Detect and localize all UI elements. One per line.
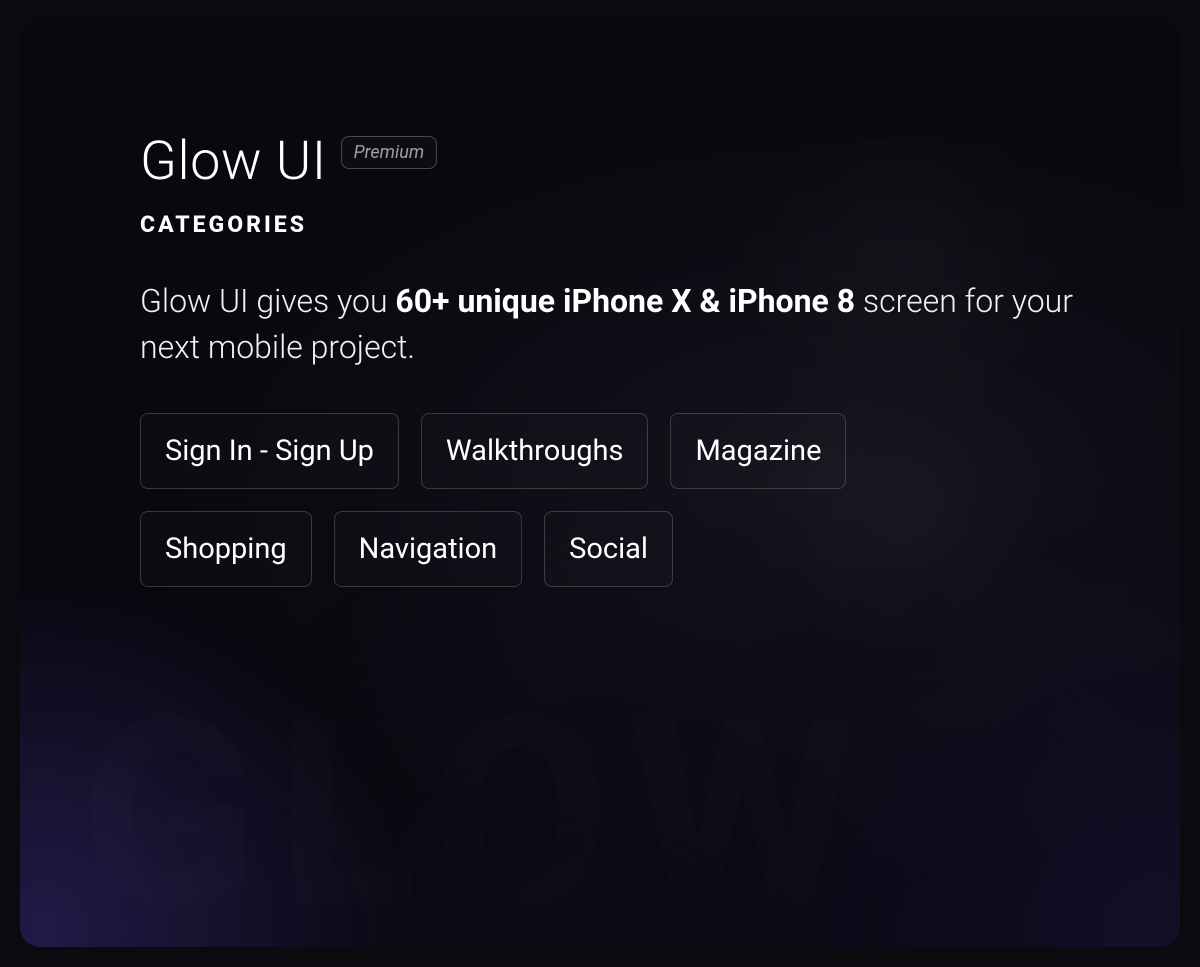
- description-bold: 60+ unique iPhone X & iPhone 8: [395, 282, 855, 320]
- section-heading: CATEGORIES: [140, 211, 1100, 238]
- card-frame: GLOW Glow UI Premium CATEGORIES Glow UI …: [20, 20, 1180, 947]
- product-title: Glow UI: [140, 130, 327, 193]
- description-text: Glow UI gives you 60+ unique iPhone X & …: [140, 278, 1100, 371]
- description-prefix: Glow UI gives you: [140, 282, 395, 320]
- category-button-shopping[interactable]: Shopping: [140, 511, 312, 587]
- category-button-social[interactable]: Social: [544, 511, 673, 587]
- watermark-text: GLOW: [80, 663, 876, 967]
- category-button-magazine[interactable]: Magazine: [670, 413, 846, 489]
- title-row: Glow UI Premium: [140, 130, 1100, 193]
- category-button-walkthroughs[interactable]: Walkthroughs: [421, 413, 649, 489]
- content-area: Glow UI Premium CATEGORIES Glow UI gives…: [140, 130, 1100, 587]
- category-button-sign-in-sign-up[interactable]: Sign In - Sign Up: [140, 413, 399, 489]
- category-button-navigation[interactable]: Navigation: [334, 511, 523, 587]
- category-list: Sign In - Sign Up Walkthroughs Magazine …: [140, 413, 1020, 587]
- premium-badge: Premium: [341, 136, 438, 169]
